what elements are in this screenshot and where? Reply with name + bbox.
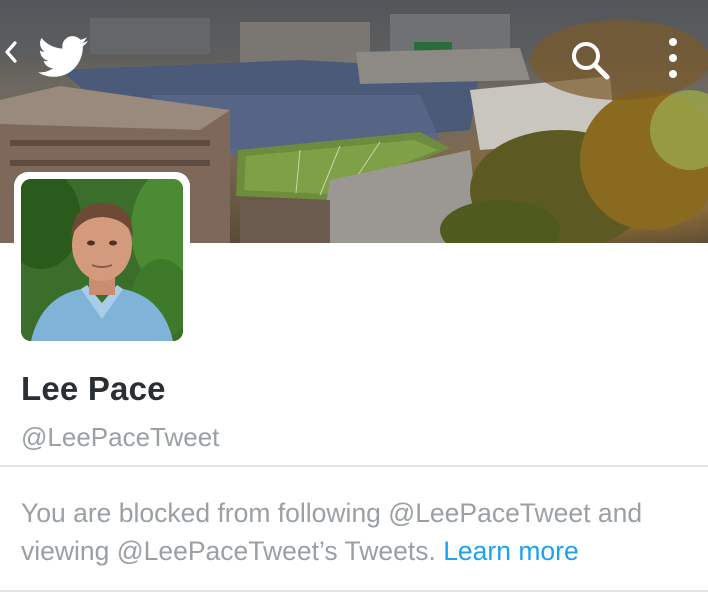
more-vertical-icon[interactable] — [668, 36, 696, 84]
twitter-bird-icon[interactable] — [38, 36, 92, 82]
chevron-left-icon[interactable] — [4, 40, 26, 76]
profile-photo — [21, 179, 183, 341]
learn-more-link[interactable]: Learn more — [443, 536, 579, 566]
profile-handle: @LeePaceTweet — [21, 422, 220, 452]
avatar[interactable] — [21, 179, 183, 341]
profile-page: Lee Pace @LeePaceTweet You are blocked f… — [0, 0, 708, 602]
avatar-frame — [14, 172, 190, 348]
divider — [0, 590, 708, 592]
divider — [0, 465, 708, 467]
blocked-notice: You are blocked from following @LeePaceT… — [21, 494, 691, 570]
search-icon[interactable] — [568, 38, 616, 84]
profile-name: Lee Pace — [21, 370, 166, 407]
